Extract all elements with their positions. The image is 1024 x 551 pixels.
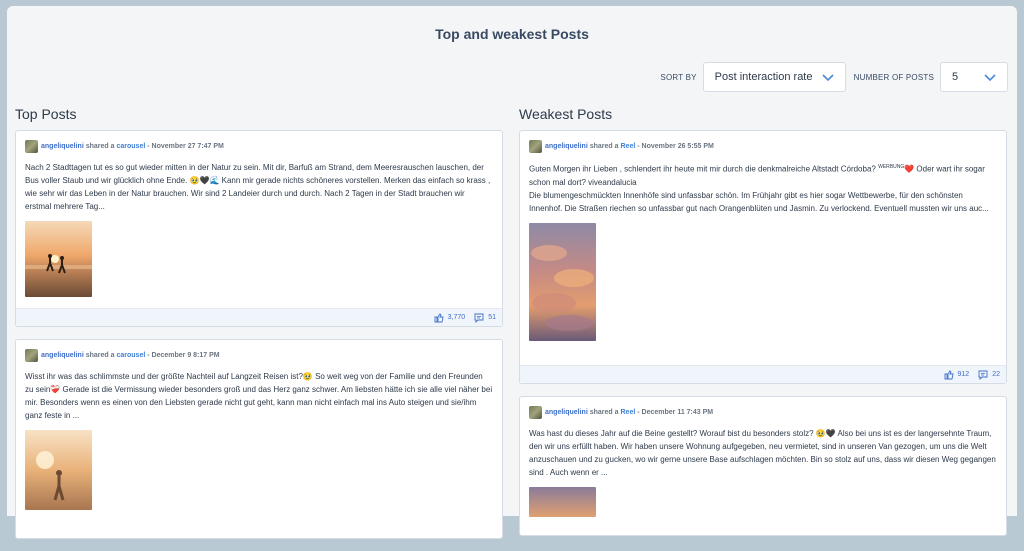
chevron-down-icon xyxy=(984,74,996,82)
post-username[interactable]: angeliquelini xyxy=(545,409,588,416)
post-type-link[interactable]: Reel xyxy=(621,409,636,416)
comments-count: 22 xyxy=(992,371,1000,378)
post-username[interactable]: angeliquelini xyxy=(41,352,84,359)
post-type-link[interactable]: carousel xyxy=(117,352,146,359)
page-title: Top and weakest Posts xyxy=(435,26,589,42)
like-icon xyxy=(434,312,444,322)
post-action: shared a xyxy=(589,409,619,416)
likes-count: 3,770 xyxy=(447,314,466,321)
likes-stat: 912 xyxy=(944,369,970,380)
post-date: - November 26 5:55 PM xyxy=(637,143,714,150)
chevron-down-icon xyxy=(822,74,834,82)
post-text: Nach 2 Stadttagen tut es so gut wieder m… xyxy=(25,163,491,211)
post-text: Guten Morgen ihr Lieben , schlendert ihr… xyxy=(529,161,997,215)
post-text-part: Die blumengeschmückten Innenhöfe sind un… xyxy=(529,190,989,213)
post-header: angeliquelini shared a carousel - Novemb… xyxy=(25,140,493,153)
post-username[interactable]: angeliquelini xyxy=(41,143,84,150)
post-type-link[interactable]: Reel xyxy=(621,143,636,150)
post-header: angeliquelini shared a carousel - Decemb… xyxy=(25,349,493,362)
post-text: Was hast du dieses Jahr auf die Beine ge… xyxy=(529,429,996,477)
post-card[interactable]: angeliquelini shared a Reel - December 1… xyxy=(519,396,1007,536)
post-thumbnail[interactable] xyxy=(25,221,92,297)
avatar xyxy=(529,406,542,419)
likes-stat: 3,770 xyxy=(434,312,466,323)
post-date: - December 9 8:17 PM xyxy=(147,352,220,359)
post-text: Wisst ihr was das schlimmste und der grö… xyxy=(25,372,493,420)
avatar xyxy=(25,140,38,153)
comments-stat: 22 xyxy=(978,370,1000,380)
post-card[interactable]: angeliquelini shared a carousel - Novemb… xyxy=(15,130,503,327)
weakest-posts-column: Weakest Posts angeliquelini shared a Ree… xyxy=(519,106,1007,548)
post-stats: 3,770 51 xyxy=(16,308,502,326)
number-of-posts-label: NUMBER OF POSTS xyxy=(853,72,934,82)
top-posts-column: Top Posts angeliquelini shared a carouse… xyxy=(15,106,503,551)
post-card[interactable]: angeliquelini shared a carousel - Decemb… xyxy=(15,339,503,539)
sort-by-select[interactable]: Post interaction rate xyxy=(702,62,846,92)
sort-by-label: SORT BY xyxy=(660,72,697,82)
sort-by-value: Post interaction rate xyxy=(714,71,813,83)
post-thumbnail[interactable] xyxy=(25,430,92,510)
comments-stat: 51 xyxy=(474,313,496,323)
post-type-link[interactable]: carousel xyxy=(117,143,146,150)
post-action: shared a xyxy=(85,143,115,150)
app-frame: Top and weakest Posts SORT BY Post inter… xyxy=(7,6,1017,539)
comments-count: 51 xyxy=(488,314,496,321)
controls-bar: SORT BY Post interaction rate NUMBER OF … xyxy=(660,62,1008,92)
post-date: - November 27 7:47 PM xyxy=(147,143,224,150)
comment-icon xyxy=(474,313,484,323)
comment-icon xyxy=(978,370,988,380)
likes-count: 912 xyxy=(957,371,970,378)
post-text-part: Guten Morgen ihr Lieben , schlendert ihr… xyxy=(529,164,876,174)
avatar xyxy=(25,349,38,362)
post-thumbnail[interactable] xyxy=(529,487,596,517)
post-username[interactable]: angeliquelini xyxy=(545,143,588,150)
top-posts-heading: Top Posts xyxy=(15,106,77,122)
weakest-posts-heading: Weakest Posts xyxy=(519,106,613,122)
post-action: shared a xyxy=(589,143,619,150)
avatar xyxy=(529,140,542,153)
ad-tag: WERBUNG xyxy=(878,164,905,170)
number-of-posts-select[interactable]: 5 xyxy=(940,62,1008,92)
post-header: angeliquelini shared a Reel - November 2… xyxy=(529,140,997,153)
post-card[interactable]: angeliquelini shared a Reel - November 2… xyxy=(519,130,1007,384)
post-stats: 912 22 xyxy=(520,365,1006,383)
post-thumbnail[interactable] xyxy=(529,222,596,341)
post-action: shared a xyxy=(85,352,115,359)
number-of-posts-value: 5 xyxy=(952,71,959,83)
post-header: angeliquelini shared a Reel - December 1… xyxy=(529,406,997,419)
post-date: - December 11 7:43 PM xyxy=(637,409,714,416)
like-icon xyxy=(944,369,954,379)
